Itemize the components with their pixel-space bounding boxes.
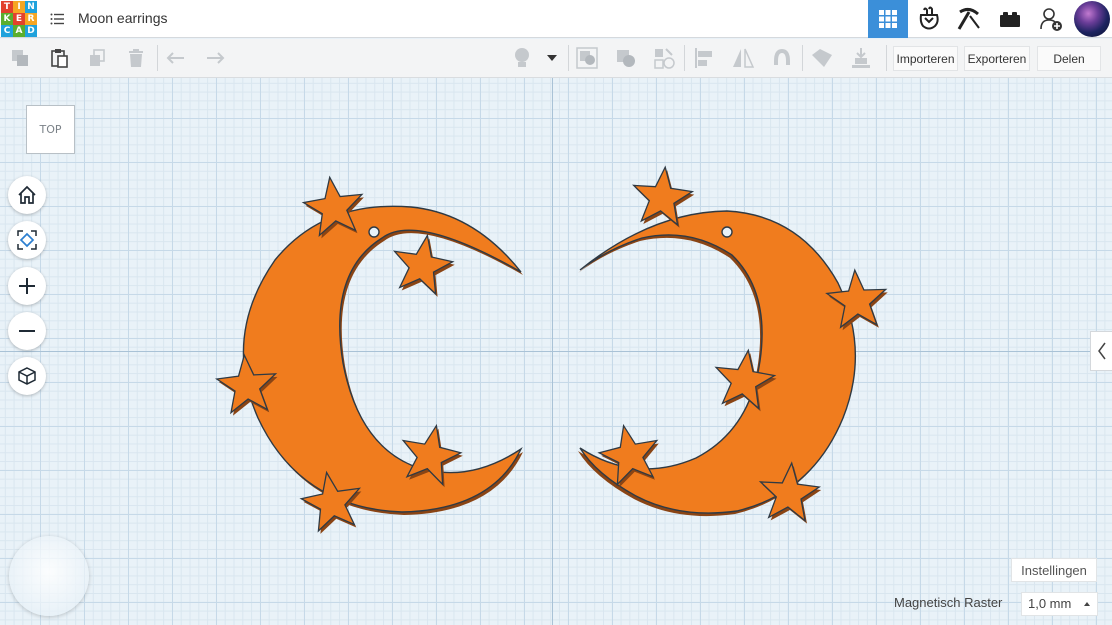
- fit-view-icon: [17, 230, 37, 250]
- star-shape[interactable]: [392, 233, 455, 296]
- moon-earring-left[interactable]: [242, 205, 523, 515]
- design-canvas: [214, 165, 888, 534]
- earring-hole: [368, 226, 380, 238]
- zoom-out-button[interactable]: [8, 312, 46, 350]
- minus-icon: [19, 330, 35, 332]
- cube-icon: [18, 367, 36, 385]
- snap-grid-value: 1,0 mm: [1028, 596, 1072, 611]
- earring-hole: [721, 226, 733, 238]
- home-view-button[interactable]: [8, 176, 46, 214]
- perspective-button[interactable]: [8, 357, 46, 395]
- fit-view-button[interactable]: [8, 221, 46, 259]
- chevron-left-icon: [1097, 342, 1106, 360]
- zoom-in-button[interactable]: [8, 267, 46, 305]
- plus-icon: [19, 278, 35, 294]
- snap-grid-select[interactable]: 1,0 mm: [1021, 592, 1098, 616]
- settings-button[interactable]: Instellingen: [1011, 558, 1097, 582]
- snap-grid-label: Magnetisch Raster: [894, 595, 1003, 610]
- view-cube[interactable]: TOP: [26, 105, 75, 154]
- caret-up-icon: [1084, 602, 1090, 606]
- panel-toggle-button[interactable]: [1090, 331, 1112, 371]
- home-icon: [18, 185, 36, 204]
- orbit-control[interactable]: [9, 536, 89, 616]
